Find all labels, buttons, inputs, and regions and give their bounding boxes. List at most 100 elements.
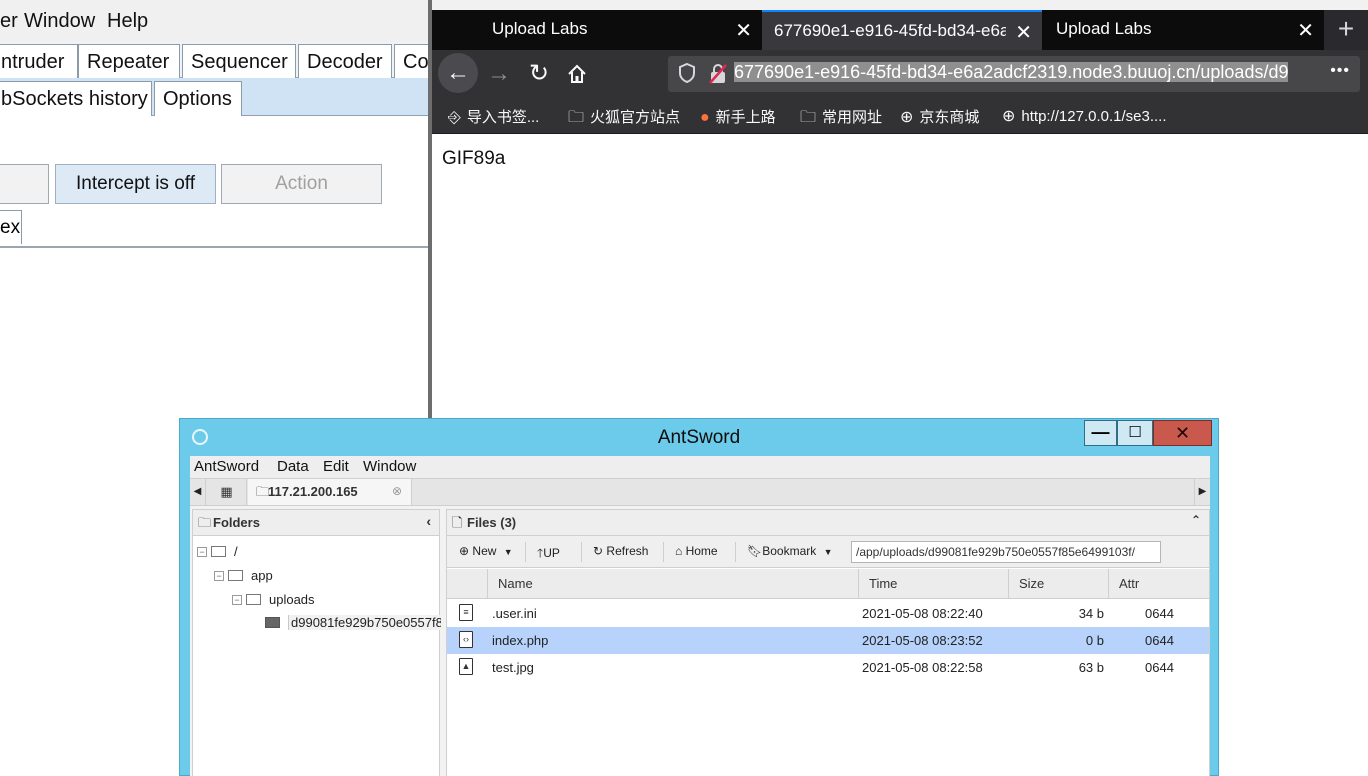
tree-node-uploads[interactable]: − uploads [232, 592, 315, 607]
page-actions-icon[interactable]: ••• [1330, 62, 1350, 80]
refresh-button[interactable]: ↻ Refresh [593, 544, 648, 558]
new-tab-button[interactable]: + [1324, 10, 1368, 50]
file-row[interactable]: ▲ test.jpg 2021-05-08 08:22:58 63 b 0644 [447, 654, 1209, 681]
tab-websockets-history[interactable]: bSockets history [0, 81, 152, 116]
path-input[interactable]: /app/uploads/d99081fe929b750e0557f85e649… [851, 541, 1161, 563]
intercept-toggle-button[interactable]: Intercept is off [55, 164, 216, 204]
tab-scroll-right-icon[interactable]: ▶ [1194, 479, 1210, 505]
close-button[interactable]: ✕ [1153, 420, 1212, 446]
firefox-nav-bar: ← → ↻ 677690e1-e916-45fd-bd34-e6a2adcf23… [432, 50, 1368, 98]
file-icon: 🗋 [452, 515, 463, 530]
antsword-titlebar[interactable]: AntSword — ☐ ✕ [180, 419, 1218, 455]
grid-header-icon-col [447, 569, 487, 598]
tab-decoder[interactable]: Decoder [298, 44, 392, 78]
shell-tab-label: 117.21.200.165 [268, 484, 358, 499]
folder-icon [228, 570, 243, 581]
bookmark-button[interactable]: 🔖︎Bookmark ▼ [747, 544, 833, 558]
browser-tab-title: Upload Labs [492, 19, 588, 38]
browser-tab-active[interactable]: 677690e1-e916-45fd-bd34-e6a2adcf2319 ✕ [762, 10, 1042, 50]
insecure-lock-icon[interactable] [708, 63, 728, 90]
file-row[interactable]: ≡ .user.ini 2021-05-08 08:22:40 34 b 064… [447, 600, 1209, 627]
reload-icon[interactable]: ↻ [524, 59, 554, 89]
tab-options[interactable]: Options [154, 81, 242, 116]
menu-window[interactable]: Window [363, 458, 416, 475]
browser-tab-upload-labs[interactable]: Upload Labs ✕ [480, 10, 762, 50]
tree-node-root[interactable]: − / [197, 544, 238, 559]
bookmark-localhost[interactable]: ⊕ http://127.0.0.1/se3.... [1002, 106, 1167, 126]
menu-antsword[interactable]: AntSword [194, 458, 259, 475]
collapse-left-icon[interactable]: ‹ [426, 513, 431, 529]
url-bar[interactable]: 677690e1-e916-45fd-bd34-e6a2adcf2319.nod… [668, 56, 1360, 92]
browser-tab-upload-labs-2[interactable]: Upload Labs ✕ [1044, 10, 1324, 50]
burp-intercept-panel: Intercept is off Action ex [0, 116, 428, 248]
column-header-time[interactable]: Time [858, 569, 1008, 598]
bookmark-import[interactable]: ⎆ 导入书签... [448, 106, 539, 127]
tree-toggle-icon[interactable]: − [214, 571, 224, 581]
maximize-button[interactable]: ☐ [1117, 420, 1153, 446]
toolbar-divider [663, 542, 664, 562]
menu-edit[interactable]: Edit [323, 458, 349, 475]
action-button[interactable]: Action [221, 164, 382, 204]
column-header-size[interactable]: Size [1008, 569, 1108, 598]
back-arrow-icon[interactable]: ← [438, 53, 478, 93]
file-time: 2021-05-08 08:23:52 [862, 633, 983, 648]
tab-hex[interactable]: ex [0, 210, 22, 244]
close-icon[interactable]: ✕ [1297, 18, 1314, 43]
globe-icon: ⊕ [900, 109, 914, 126]
menu-data[interactable]: Data [277, 458, 309, 475]
close-icon[interactable]: ✕ [735, 18, 752, 43]
tab-comparer[interactable]: Co [394, 44, 428, 78]
tab-repeater[interactable]: Repeater [78, 44, 180, 78]
forward-button[interactable] [0, 164, 49, 204]
burp-menu-item-window[interactable]: Window [24, 10, 95, 33]
bookmark-jd[interactable]: ⊕ 京东商城 [900, 106, 979, 127]
tab-intruder[interactable]: ntruder [0, 44, 78, 78]
tree-node-current-dir[interactable]: d99081fe929b750e0557f85 [265, 615, 441, 630]
tree-node-app[interactable]: − app [214, 568, 273, 583]
close-icon[interactable]: ✕ [1015, 20, 1032, 45]
tracking-shield-icon[interactable] [678, 62, 696, 89]
up-button[interactable]: 🡑UP [537, 544, 560, 565]
browser-tab-title: Upload Labs [1056, 19, 1152, 38]
tab-scroll-left-icon[interactable]: ◀ [190, 479, 206, 505]
column-header-attr[interactable]: Attr [1108, 569, 1209, 598]
tree-toggle-icon[interactable]: − [232, 595, 242, 605]
home-icon[interactable] [562, 59, 592, 89]
home-button[interactable]: ⌂ Home [675, 544, 718, 558]
tree-toggle-icon[interactable]: − [197, 547, 207, 557]
minimize-button[interactable]: — [1084, 420, 1117, 446]
bookmark-common-sites[interactable]: 🗀 常用网址 [800, 106, 882, 133]
folder-icon: 🗀 [800, 109, 817, 126]
toolbar-divider [735, 542, 736, 562]
antsword-body: AntSword Data Edit Window ◀ ▦ 🗀 117.21.2… [190, 456, 1210, 776]
burp-proxy-subtabs: bSockets history Options [0, 78, 428, 116]
file-time: 2021-05-08 08:22:58 [862, 660, 983, 675]
new-button[interactable]: ⊕ New ▼ [459, 544, 513, 558]
refresh-icon: ↻ [593, 544, 604, 558]
column-header-name[interactable]: Name [487, 569, 858, 598]
bookmark-getting-started[interactable]: ● 新手上路 [700, 106, 776, 127]
file-size: 34 b [1078, 606, 1104, 621]
file-row-selected[interactable]: ‹› index.php 2021-05-08 08:23:52 0 b 064… [447, 627, 1209, 654]
tab-sequencer[interactable]: Sequencer [182, 44, 296, 78]
collapse-up-icon[interactable]: ⌃ [1191, 513, 1201, 527]
url-text[interactable]: 677690e1-e916-45fd-bd34-e6a2adcf2319.nod… [734, 62, 1312, 86]
file-size: 0 b [1085, 633, 1104, 648]
tab-shell-session[interactable]: 🗀 117.21.200.165 ⊗ [248, 479, 412, 505]
close-tab-icon[interactable]: ⊗ [392, 484, 402, 498]
files-panel: 🗋 Files (3) ⌃ ⊕ New ▼ 🡑UP ↻ Refresh ⌂ Ho… [446, 509, 1210, 776]
burp-menu-item-help[interactable]: Help [107, 10, 148, 33]
forward-arrow-icon[interactable]: → [484, 59, 514, 89]
globe-icon: ⊕ [1002, 108, 1016, 125]
antsword-menubar: AntSword Data Edit Window [190, 456, 1210, 478]
tree-node-label-selected: d99081fe929b750e0557f85 [288, 615, 441, 630]
file-attr: 0644 [1145, 660, 1174, 675]
bookmark-firefox-site[interactable]: 🗀 火狐官方站点 [568, 106, 680, 133]
file-name: test.jpg [492, 660, 534, 675]
tab-home-grid-icon[interactable]: ▦ [207, 479, 247, 505]
firefox-icon: ● [700, 109, 710, 126]
plus-circle-icon: ⊕ [459, 544, 470, 558]
burp-menu-item-user[interactable]: er [0, 10, 18, 33]
files-title: Files (3) [467, 515, 517, 530]
file-time: 2021-05-08 08:22:40 [862, 606, 983, 621]
